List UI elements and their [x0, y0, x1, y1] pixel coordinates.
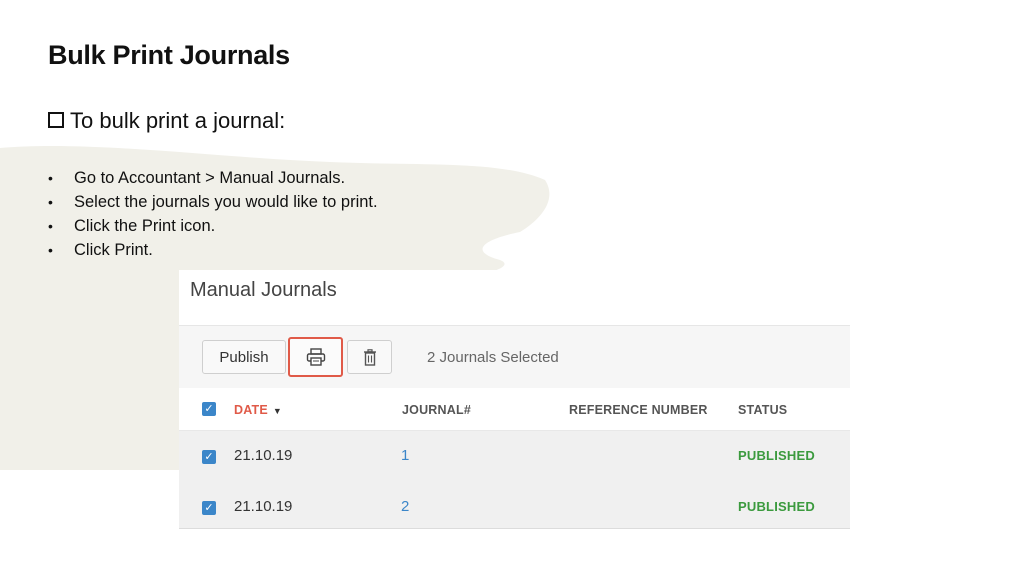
column-header-reference[interactable]: REFERENCE NUMBER — [569, 403, 708, 417]
list-item: • Go to Accountant > Manual Journals. — [48, 169, 346, 187]
row-status: PUBLISHED — [738, 448, 815, 463]
bulk-action-toolbar: Publish 2 Journals Selected — [179, 325, 850, 390]
checkbox-bullet-icon — [48, 112, 64, 128]
row-date: 21.10.19 — [234, 498, 293, 515]
selection-count: 2 Journals Selected — [427, 349, 559, 366]
list-item: • Click the Print icon. — [48, 217, 216, 235]
select-all-checkbox[interactable]: ✓ — [202, 402, 216, 416]
trash-icon — [363, 348, 376, 366]
column-header-journal[interactable]: JOURNAL# — [402, 403, 471, 417]
table-row[interactable]: ✓ 21.10.19 1 PUBLISHED — [179, 431, 850, 484]
subheading: To bulk print a journal: — [48, 108, 285, 134]
slide-title: Bulk Print Journals — [48, 40, 290, 70]
row-checkbox[interactable]: ✓ — [202, 501, 216, 515]
table-header: ✓ DATE ▼ JOURNAL# REFERENCE NUMBER STATUS — [179, 388, 850, 431]
list-item: • Click Print. — [48, 241, 153, 259]
page-title: Manual Journals — [190, 279, 337, 301]
delete-button[interactable] — [347, 340, 392, 374]
publish-button[interactable]: Publish — [202, 340, 286, 374]
print-button[interactable] — [288, 337, 343, 377]
bullet-list: • Go to Accountant > Manual Journals. • Se… — [48, 166, 378, 262]
row-journal-link[interactable]: 1 — [401, 447, 409, 464]
subheading-text: To bulk print a journal: — [70, 108, 286, 133]
manual-journals-screenshot: Manual Journals Publish 2 Journals Selec… — [179, 270, 850, 529]
row-date: 21.10.19 — [234, 447, 293, 464]
column-header-date[interactable]: DATE ▼ — [234, 403, 282, 417]
row-checkbox[interactable]: ✓ — [202, 450, 216, 464]
row-journal-link[interactable]: 2 — [401, 498, 409, 515]
list-item: • Select the journals you would like to p… — [48, 193, 378, 211]
sort-desc-icon: ▼ — [272, 406, 283, 416]
column-header-status[interactable]: STATUS — [738, 403, 787, 417]
printer-icon — [306, 348, 325, 366]
table-row[interactable]: ✓ 21.10.19 2 PUBLISHED — [179, 483, 850, 529]
row-status: PUBLISHED — [738, 499, 815, 514]
